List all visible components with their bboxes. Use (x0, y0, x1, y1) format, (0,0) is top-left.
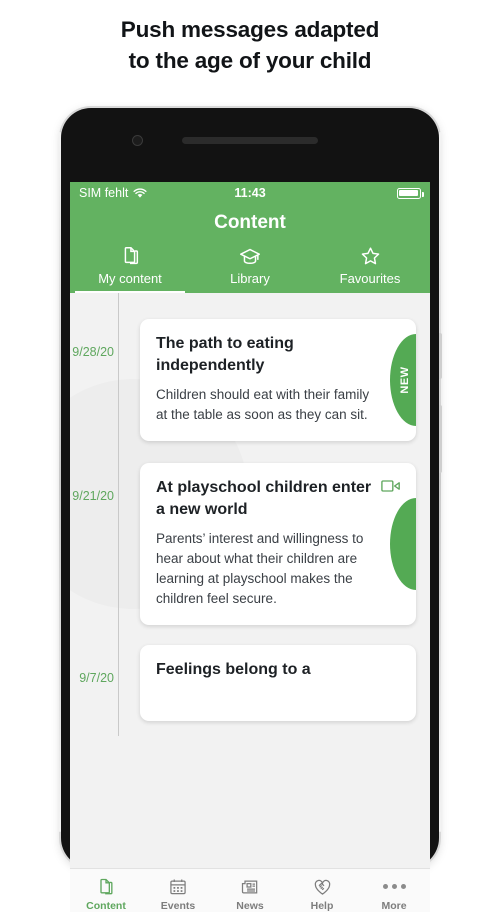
list-item[interactable]: 9/21/20 At playschool children enter a n… (70, 463, 430, 625)
volume-button[interactable] (439, 405, 442, 473)
nav-item-events[interactable]: Events (142, 876, 214, 912)
tab-my-content-label: My content (98, 271, 162, 286)
content-card[interactable]: Feelings belong to a (140, 645, 416, 721)
card-title: Feelings belong to a (156, 661, 311, 678)
newspaper-icon (214, 876, 286, 898)
item-date: 9/7/20 (79, 671, 114, 685)
nav-item-content[interactable]: Content (70, 876, 142, 912)
calendar-icon (142, 876, 214, 898)
content-card[interactable]: The path to eating independently Childre… (140, 319, 416, 441)
item-date: 9/21/20 (72, 489, 114, 503)
app-bar: Content My content Library Favourites (70, 204, 430, 293)
documents-icon (70, 244, 190, 268)
status-bar-left: SIM fehlt (79, 186, 147, 200)
phone-edge-left (59, 132, 61, 832)
video-camera-icon (381, 479, 401, 498)
tab-library-label: Library (230, 271, 270, 286)
phone-edge-right (439, 132, 441, 832)
nav-item-more-label: More (381, 899, 407, 912)
status-badge-label: NEW (399, 366, 411, 394)
phone-frame: SIM fehlt 11:43 Content My content Libra… (59, 108, 442, 912)
card-text: Parents’ interest and willingness to hea… (156, 531, 364, 606)
nav-item-help-label: Help (310, 899, 334, 912)
card-title: The path to eating independently (156, 335, 294, 374)
tab-my-content[interactable]: My content (70, 244, 190, 293)
content-card[interactable]: At playschool children enter a new world… (140, 463, 416, 625)
headline-line-2: to the age of your child (128, 48, 372, 73)
wifi-icon (133, 187, 147, 198)
headline-line-1: Push messages adapted (120, 17, 380, 42)
item-date: 9/28/20 (72, 345, 114, 359)
earpiece-speaker (182, 137, 318, 144)
nav-item-content-label: Content (86, 899, 126, 912)
nav-item-news[interactable]: News (214, 876, 286, 912)
card-title: At playschool children enter a new world (156, 479, 372, 518)
ellipsis-icon (358, 876, 430, 898)
list-item[interactable]: 9/28/20 The path to eating independently… (70, 319, 430, 441)
list-item[interactable]: 9/7/20 Feelings belong to a (70, 645, 430, 721)
tab-bar: My content Library Favourites (70, 244, 430, 293)
nav-item-events-label: Events (160, 899, 196, 912)
star-icon (310, 244, 430, 268)
bottom-navigation: Content Events News Help More (70, 868, 430, 912)
content-feed[interactable]: 9/28/20 The path to eating independently… (70, 293, 430, 736)
app-title: Content (214, 212, 286, 233)
nav-item-more[interactable]: More (358, 876, 430, 912)
tab-library[interactable]: Library (190, 244, 310, 293)
card-text: Children should eat with their family at… (156, 387, 370, 422)
battery-full-icon (397, 187, 425, 199)
documents-icon (70, 876, 142, 898)
status-bar: SIM fehlt 11:43 (70, 182, 430, 204)
handshake-heart-icon (286, 876, 358, 898)
page-title: Push messages adapted to the age of your… (0, 14, 500, 76)
tab-favourites[interactable]: Favourites (310, 244, 430, 293)
front-camera-icon (132, 135, 143, 146)
nav-item-help[interactable]: Help (286, 876, 358, 912)
power-button[interactable] (439, 333, 442, 379)
graduation-cap-icon (190, 244, 310, 268)
tab-favourites-label: Favourites (339, 271, 401, 286)
nav-item-news-label: News (236, 899, 264, 912)
phone-screen: SIM fehlt 11:43 Content My content Libra… (70, 182, 430, 912)
carrier-label: SIM fehlt (79, 186, 129, 200)
status-bar-right (397, 187, 425, 199)
page-root: Push messages adapted to the age of your… (0, 0, 500, 912)
